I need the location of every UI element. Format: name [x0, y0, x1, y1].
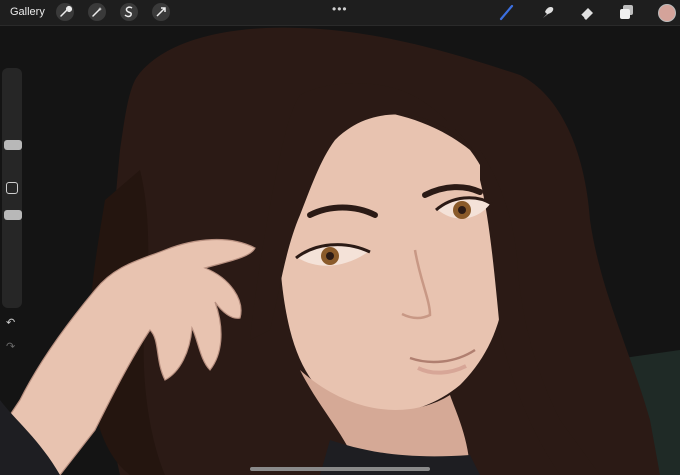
home-indicator: [250, 467, 430, 471]
selection-s-icon[interactable]: [120, 3, 138, 21]
brush-size-slider[interactable]: [4, 140, 22, 150]
eraser-icon[interactable]: [578, 3, 596, 21]
more-options-icon[interactable]: •••: [332, 2, 348, 16]
artwork-canvas[interactable]: [0, 0, 680, 475]
color-swatch[interactable]: [658, 4, 676, 22]
brush-icon[interactable]: [498, 3, 516, 21]
opacity-slider[interactable]: [4, 210, 22, 220]
layers-icon[interactable]: [618, 3, 636, 21]
redo-button[interactable]: ↷: [6, 340, 15, 353]
modify-button[interactable]: [6, 182, 18, 194]
wrench-icon[interactable]: [56, 3, 74, 21]
magic-wand-icon[interactable]: [88, 3, 106, 21]
transform-arrow-icon[interactable]: [152, 3, 170, 21]
gallery-button[interactable]: Gallery: [10, 6, 45, 18]
top-toolbar: Gallery •••: [0, 0, 680, 26]
smudge-icon[interactable]: [538, 3, 556, 21]
undo-button[interactable]: ↶: [6, 316, 15, 329]
